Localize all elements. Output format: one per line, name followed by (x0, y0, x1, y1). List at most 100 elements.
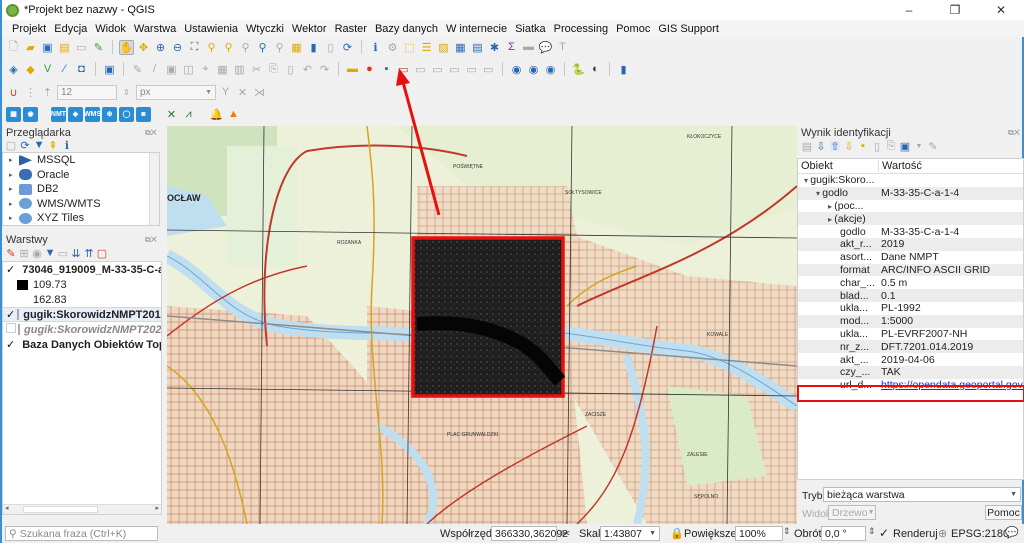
field-calculator-icon[interactable]: ▤ (470, 40, 485, 55)
expand-new-results-icon[interactable]: ⇩ (816, 141, 826, 153)
identify-panel-dock-buttons[interactable]: ⧉✕ (1008, 128, 1020, 138)
select-by-value-icon[interactable]: ☰ (419, 40, 434, 55)
layers-plugin-icon[interactable]: ◆ (68, 106, 83, 122)
remove-layer-icon[interactable]: ▢ (97, 248, 107, 260)
scale-select[interactable]: 1:43807 ▼ (600, 526, 660, 541)
cut-features-icon[interactable]: ✂ (249, 62, 264, 77)
refresh-icon[interactable]: ⟳ (340, 40, 355, 55)
select-feature-icon[interactable]: ▪ (858, 140, 868, 152)
zoom-last-icon[interactable]: ⚲ (255, 40, 270, 55)
browser-panel-dock-buttons[interactable]: ⧉✕ (145, 128, 157, 138)
menu-gis-support[interactable]: GIS Support (654, 23, 723, 35)
dropdown-icon[interactable]: ▼ (914, 141, 924, 151)
magnifier-field[interactable]: 100% (735, 526, 783, 541)
help-book-icon[interactable]: ▮ (616, 62, 631, 77)
scroll-thumb[interactable] (23, 506, 98, 513)
measure-line-icon[interactable]: ▬ (521, 40, 536, 55)
menu-widok[interactable]: Widok (91, 23, 130, 35)
zoom-out-icon[interactable]: ⊖ (170, 40, 185, 55)
collapse-all-layers-icon[interactable]: ⇈ (84, 248, 94, 260)
zoom-in-icon[interactable]: ⊕ (153, 40, 168, 55)
network-plugin-icon[interactable]: ✕ (164, 107, 179, 122)
snapping-tolerance-input[interactable]: 12 (57, 84, 117, 100)
modify-attributes-icon[interactable]: ▦ (215, 62, 230, 77)
menu-w-internecie[interactable]: W internecie (442, 23, 511, 35)
snapping-type-icon[interactable]: ⋮ (23, 85, 38, 100)
pan-tool-icon[interactable]: ✋ (119, 39, 134, 55)
identify-row[interactable]: ▾ gugik:Skoro... (798, 174, 1023, 187)
photo-plugin-icon[interactable]: ◙ (136, 106, 151, 122)
quickmapservices-icon[interactable]: ▦ (6, 106, 21, 122)
copy-features-icon[interactable]: ⎘ (266, 62, 281, 77)
browser-item-xyz[interactable]: ▸ XYZ Tiles (3, 211, 159, 226)
identify-row[interactable]: akt_... 2019-04-06 (798, 353, 1023, 366)
column-value[interactable]: Wartość (878, 160, 1023, 172)
identify-row[interactable]: ukla... PL-EVRF2007-NH (798, 328, 1023, 341)
snapping-tolerance-icon[interactable]: ⇡ (40, 85, 55, 100)
redo-icon[interactable]: ↷ (317, 62, 332, 77)
map-tips-icon[interactable]: 💬 (538, 40, 553, 55)
view-select[interactable]: Drzewo ▼ (828, 505, 876, 520)
expand-all-icon[interactable]: ⇊ (71, 248, 81, 260)
layer-visibility-checkbox[interactable]: ✓ (6, 308, 15, 321)
style-manager-icon[interactable]: ✎ (91, 40, 106, 55)
menu-siatka[interactable]: Siatka (511, 23, 550, 35)
crs-globe-icon[interactable]: ⊕ (938, 527, 947, 540)
python-console-icon[interactable]: 🐍 (571, 62, 586, 77)
diagram-icon[interactable]: ● (362, 62, 377, 77)
add-delimited-text-icon[interactable]: ⁄ (57, 62, 72, 77)
warning-plugin-icon[interactable]: ▲ (226, 107, 241, 122)
save-as-icon[interactable]: ▤ (57, 40, 72, 55)
identify-row[interactable]: blad... 0.1 (798, 289, 1023, 302)
manage-themes-icon[interactable]: ◉ (32, 248, 42, 260)
identify-row[interactable]: ukla... PL-1992 (798, 302, 1023, 315)
zoom-next-icon[interactable]: ⚲ (272, 40, 287, 55)
move-label-icon[interactable]: ▭ (413, 62, 428, 77)
expand-icon[interactable]: ▸ (9, 200, 19, 208)
show-bookmarks-icon[interactable]: ▯ (323, 40, 338, 55)
add-vector-layer-icon[interactable]: V (40, 62, 55, 77)
identify-row[interactable]: ▾ godlo M-33-35-C-a-1-4 (798, 186, 1023, 200)
uldk-car-icon[interactable]: ◉ (543, 62, 558, 77)
identify-row[interactable]: asort... Dane NMPT (798, 251, 1023, 264)
expand-tree-icon[interactable]: ▤ (802, 141, 812, 153)
menu-wtyczki[interactable]: Wtyczki (242, 23, 288, 35)
identify-row[interactable]: ▸ (akcje) (798, 212, 1023, 226)
globe-plugin-icon[interactable]: ⊕ (102, 106, 117, 122)
processing-toolbox-icon[interactable]: ✱ (487, 40, 502, 55)
layer-item-skorowidz-2019[interactable]: ✓ gugik:SkorowidzNMPT2019 (3, 307, 161, 322)
undo-icon[interactable]: ↶ (300, 62, 315, 77)
label-tool-icon[interactable]: ▭ (481, 62, 496, 77)
layer-styling-icon[interactable]: ✎ (6, 248, 16, 260)
identify-row[interactable]: ▸ (poc... (798, 200, 1023, 213)
browser-item-mssql[interactable]: ▸ MSSQL (3, 153, 159, 168)
menu-pomoc[interactable]: Pomoc (612, 23, 654, 35)
add-postgis-layer-icon[interactable]: ◈ (6, 62, 21, 77)
lock-scale-icon[interactable]: 🔒 (670, 527, 684, 540)
print-layout-icon[interactable]: ▭ (74, 40, 89, 55)
binoculars-icon[interactable]: ◐ (588, 62, 603, 77)
browser-scrollbar[interactable] (149, 153, 159, 225)
show-hide-labels-icon[interactable]: ▭ (396, 62, 411, 77)
mode-select[interactable]: bieżąca warstwa ▼ (823, 487, 1021, 502)
locator-search-input[interactable]: ⚲ Szukana fraza (Ctrl+K) (5, 526, 158, 541)
save-project-icon[interactable]: ▣ (40, 40, 55, 55)
new-map-view-icon[interactable]: ▦ (289, 40, 304, 55)
save-edits-icon[interactable]: ▣ (164, 62, 179, 77)
locate-icon[interactable]: ◉ (23, 106, 38, 122)
browser-item-db2[interactable]: ▸ DB2 (3, 182, 159, 197)
clear-results-icon[interactable]: ▯ (872, 141, 882, 153)
menu-wektor[interactable]: Wektor (288, 23, 331, 35)
copy-result-icon[interactable]: ⎘ (886, 140, 896, 152)
label-icon[interactable]: ▬ (345, 62, 360, 77)
layer-visibility-checkbox[interactable] (6, 323, 16, 336)
new-project-icon[interactable]: 🗋 (6, 40, 21, 55)
scroll-left-icon[interactable]: ◂ (5, 504, 9, 512)
add-group-icon[interactable]: ⊞ (19, 248, 29, 260)
expand-icon[interactable]: ▸ (9, 171, 19, 179)
zoom-to-selection-icon[interactable]: ⚲ (204, 40, 219, 55)
toggle-editing-icon[interactable]: / (147, 62, 162, 77)
run-feature-action-icon[interactable]: ⚙ (385, 40, 400, 55)
menu-edycja[interactable]: Edycja (50, 23, 91, 35)
properties-icon[interactable]: ℹ (62, 140, 72, 152)
